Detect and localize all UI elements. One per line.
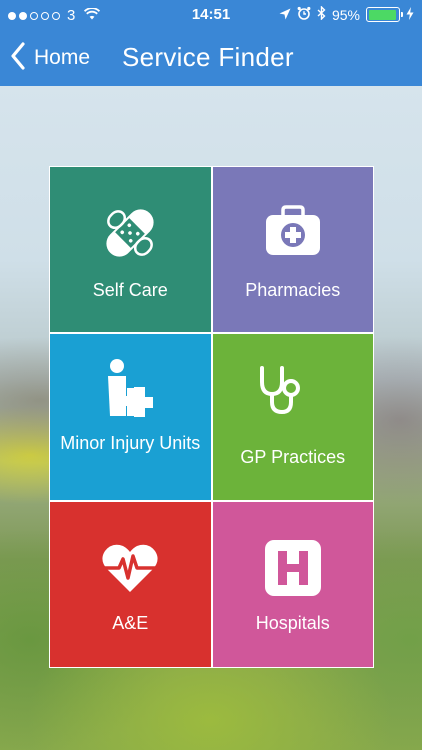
- tile-label: Hospitals: [255, 612, 330, 633]
- service-grid: Self Care Pharmacies Minor Injury Units …: [49, 166, 374, 668]
- chevron-left-icon: [10, 41, 26, 75]
- battery-percent: 95%: [331, 6, 360, 23]
- person-cross-icon: [50, 356, 211, 420]
- tile-label: A&E: [112, 612, 149, 633]
- back-button[interactable]: Home: [10, 40, 90, 76]
- first-aid-kit-icon: [213, 201, 374, 265]
- navigation-bar: Home Service Finder: [0, 30, 422, 86]
- tile-gp-practices[interactable]: GP Practices: [212, 334, 374, 500]
- bluetooth-icon: [317, 5, 326, 23]
- status-bar: 3 14:51 95%: [0, 0, 422, 30]
- tile-label: Self Care: [92, 280, 168, 300]
- tile-label: Minor Injury Units: [60, 433, 201, 454]
- back-label: Home: [34, 46, 91, 69]
- battery-level: [368, 9, 397, 20]
- status-icons: 95%: [279, 5, 414, 23]
- bandage-icon: [50, 201, 211, 265]
- tile-self-care[interactable]: Self Care: [50, 167, 211, 333]
- tile-pharmacies[interactable]: Pharmacies: [212, 167, 374, 333]
- charging-bolt-icon: [406, 6, 414, 23]
- tile-hospitals[interactable]: Hospitals: [212, 501, 374, 667]
- tile-label: Pharmacies: [245, 280, 341, 300]
- heartbeat-icon: [50, 536, 211, 600]
- page-title: Service Finder: [122, 42, 294, 72]
- hospital-sign-icon: [213, 536, 374, 600]
- tile-minor-injury-units[interactable]: Minor Injury Units: [50, 334, 211, 500]
- tile-label: GP Practices: [240, 447, 346, 468]
- tile-a-and-e[interactable]: A&E: [50, 501, 211, 667]
- alarm-clock-icon: [297, 6, 311, 23]
- battery-icon: [366, 7, 403, 22]
- stethoscope-icon: [213, 358, 374, 422]
- location-arrow-icon: [279, 7, 291, 23]
